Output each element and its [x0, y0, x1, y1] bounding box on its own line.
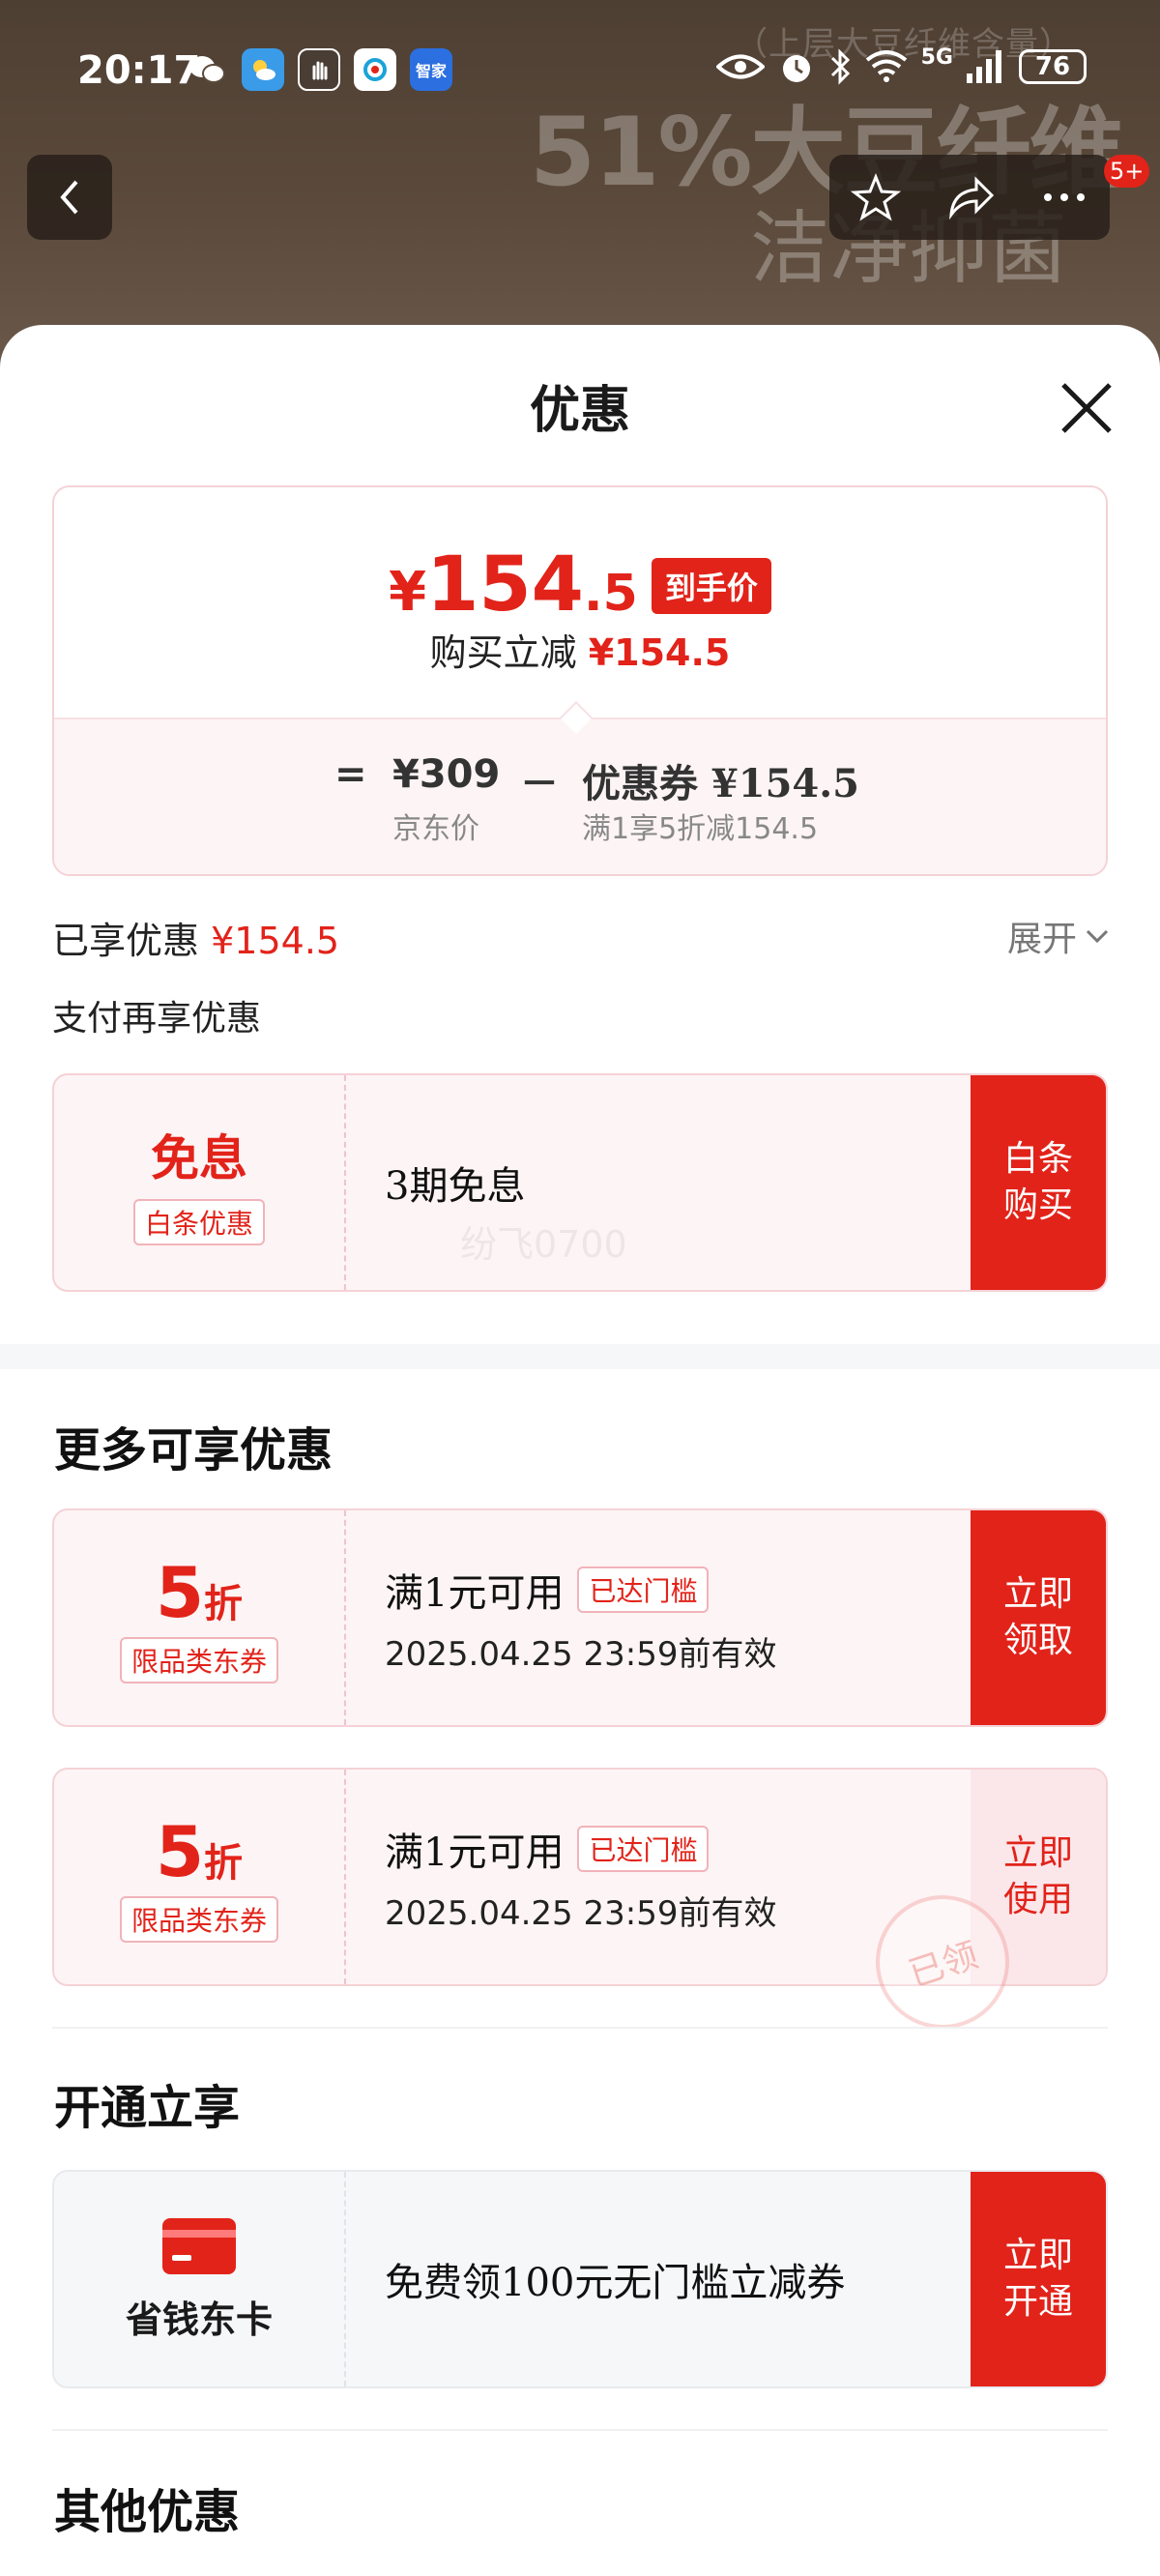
- final-price-row: ¥ 154 .5 到手价: [54, 542, 1106, 629]
- coupon-type-tag: 限品类东券: [119, 1637, 278, 1683]
- expand-button[interactable]: 展开: [1007, 911, 1110, 961]
- coupon-discount: 5折: [156, 1811, 243, 1892]
- coupon-divider: [344, 1510, 346, 1725]
- equals-sign: =: [334, 752, 367, 797]
- final-price-card: ¥ 154 .5 到手价 购买立减 ¥154.5 = ¥309 京东价 － 优惠…: [52, 485, 1108, 876]
- weather-app-icon: [242, 48, 284, 91]
- wechat-icon: [186, 48, 228, 91]
- instant-reduction: 购买立减 ¥154.5: [54, 623, 1106, 676]
- claim-coupon-button[interactable]: 立即 领取: [971, 1510, 1106, 1725]
- top-action-group: [829, 155, 1110, 240]
- threshold-met-badge: 已达门槛: [577, 1566, 710, 1613]
- eye-icon: [715, 54, 765, 79]
- coupon-condition: 满1享5折减154.5: [582, 812, 819, 846]
- divider-line: [52, 2429, 1108, 2431]
- pay-more-title: 支付再享优惠: [52, 999, 262, 1039]
- alarm-icon: [782, 55, 810, 82]
- battery-indicator: 76: [1019, 49, 1087, 84]
- final-price-tag: 到手价: [651, 558, 771, 614]
- final-price-integer: 154: [426, 542, 584, 629]
- coupon-divider: [344, 1770, 346, 1984]
- instant-reduction-label: 购买立减: [429, 631, 577, 674]
- back-button[interactable]: [27, 155, 112, 240]
- coupon-discount-number: 5: [155, 1811, 205, 1892]
- baitiao-tag: 白条优惠: [132, 1199, 265, 1245]
- sheet-title: 优惠: [529, 381, 630, 440]
- haier-smart-home-icon: 智家: [410, 48, 452, 91]
- chevron-left-icon: [60, 180, 78, 215]
- coupon-type-tag: 限品类东券: [119, 1896, 278, 1943]
- section-gap: [0, 1344, 1160, 1369]
- savings-card-name: 省钱东卡: [125, 2297, 273, 2341]
- watermark-text: 纷飞0700: [460, 1223, 627, 1266]
- interest-free-label: 免息: [151, 1129, 247, 1186]
- expand-label: 展开: [1006, 920, 1077, 959]
- baitiao-buy-button[interactable]: 白条 购买: [971, 1075, 1106, 1290]
- jd-price-value: ¥309: [392, 752, 501, 797]
- baitiao-offer-left: 免息 白条优惠: [54, 1075, 344, 1290]
- bank-card-icon: [162, 2217, 236, 2274]
- coupon-threshold: 满1元可用: [385, 1830, 565, 1875]
- coupon-left: 5折 限品类东券: [54, 1510, 344, 1725]
- chevron-down-icon: [1086, 929, 1109, 944]
- coupon-card: 5折 限品类东券 满1元可用 已达门槛 2025.04.25 23:59前有效 …: [52, 1508, 1108, 1727]
- enjoyed-discount-value: ¥154.5: [211, 920, 340, 962]
- coupon-discount-unit: 折: [204, 1582, 244, 1626]
- message-count-badge: 5+: [1104, 155, 1150, 188]
- bluetooth-icon: [830, 48, 850, 85]
- network-type: 5G: [920, 44, 953, 70]
- other-offers-title: 其他优惠: [54, 2485, 241, 2539]
- savings-card-info: 免费领100元无门槛立减券: [385, 2172, 845, 2386]
- coupon-discount-unit: 折: [204, 1841, 244, 1886]
- instant-reduction-value: ¥154.5: [588, 631, 731, 674]
- price-formula-section: = ¥309 京东价 － 优惠券 ¥154.5 满1享5折减154.5: [54, 717, 1106, 874]
- open-now-button[interactable]: 立即 开通: [971, 2172, 1106, 2386]
- status-right-icons: 5G 76: [715, 44, 1087, 85]
- coupon-expiry: 2025.04.25 23:59前有效: [385, 1634, 777, 1674]
- coupon-discount: 5折: [156, 1552, 243, 1633]
- coupon-title-row: 满1元可用 已达门槛: [385, 1821, 776, 1877]
- divider-line: [52, 2027, 1108, 2029]
- threshold-met-badge: 已达门槛: [577, 1825, 710, 1872]
- enjoyed-discount-label: 已享优惠: [52, 920, 200, 962]
- wifi-icon: [865, 50, 907, 82]
- coupon-threshold: 满1元可用: [385, 1570, 565, 1616]
- jd-price-label: 京东价: [392, 812, 479, 846]
- currency-symbol: ¥: [389, 561, 427, 624]
- close-icon[interactable]: [1052, 373, 1121, 443]
- coupon-info: 满1元可用 已达门槛 2025.04.25 23:59前有效: [385, 1770, 776, 1984]
- more-offers-title: 更多可享优惠: [54, 1423, 334, 1478]
- status-bar: 20:17 智家 5G 76: [0, 0, 1160, 135]
- enjoyed-discount-row: 已享优惠 ¥154.5: [52, 911, 339, 964]
- savings-card-offer: 省钱东卡 免费领100元无门槛立减券 立即 开通: [52, 2170, 1108, 2388]
- coupon-discount-number: 5: [155, 1552, 205, 1633]
- savings-card-desc: 免费领100元无门槛立减券: [385, 2261, 846, 2305]
- open-membership-title: 开通立享: [54, 2081, 241, 2135]
- minus-sign: －: [520, 762, 559, 806]
- hand-app-icon: [298, 48, 340, 91]
- more-menu-icon[interactable]: [1040, 188, 1088, 207]
- share-icon[interactable]: [943, 172, 998, 222]
- favorite-star-icon[interactable]: [851, 172, 901, 222]
- coupon-title-row: 满1元可用 已达门槛: [385, 1562, 776, 1618]
- coupon-amount: 优惠券 ¥154.5: [582, 761, 860, 806]
- coupon-divider: [344, 2172, 346, 2386]
- cell-signal-icon: [967, 50, 1001, 83]
- notification-icons: 智家: [186, 48, 452, 91]
- coupon-expiry: 2025.04.25 23:59前有效: [385, 1893, 777, 1933]
- final-price-section: ¥ 154 .5 到手价 购买立减 ¥154.5: [54, 487, 1106, 717]
- coupon-info: 满1元可用 已达门槛 2025.04.25 23:59前有效: [385, 1510, 776, 1725]
- china-mobile-icon: [354, 48, 396, 91]
- coupon-divider: [344, 1075, 346, 1290]
- coupon-left: 5折 限品类东券: [54, 1770, 344, 1984]
- savings-card-left: 省钱东卡: [54, 2172, 344, 2386]
- status-time: 20:17: [77, 48, 201, 93]
- final-price-decimal: .5: [583, 565, 638, 623]
- installment-desc: 3期免息: [385, 1164, 526, 1209]
